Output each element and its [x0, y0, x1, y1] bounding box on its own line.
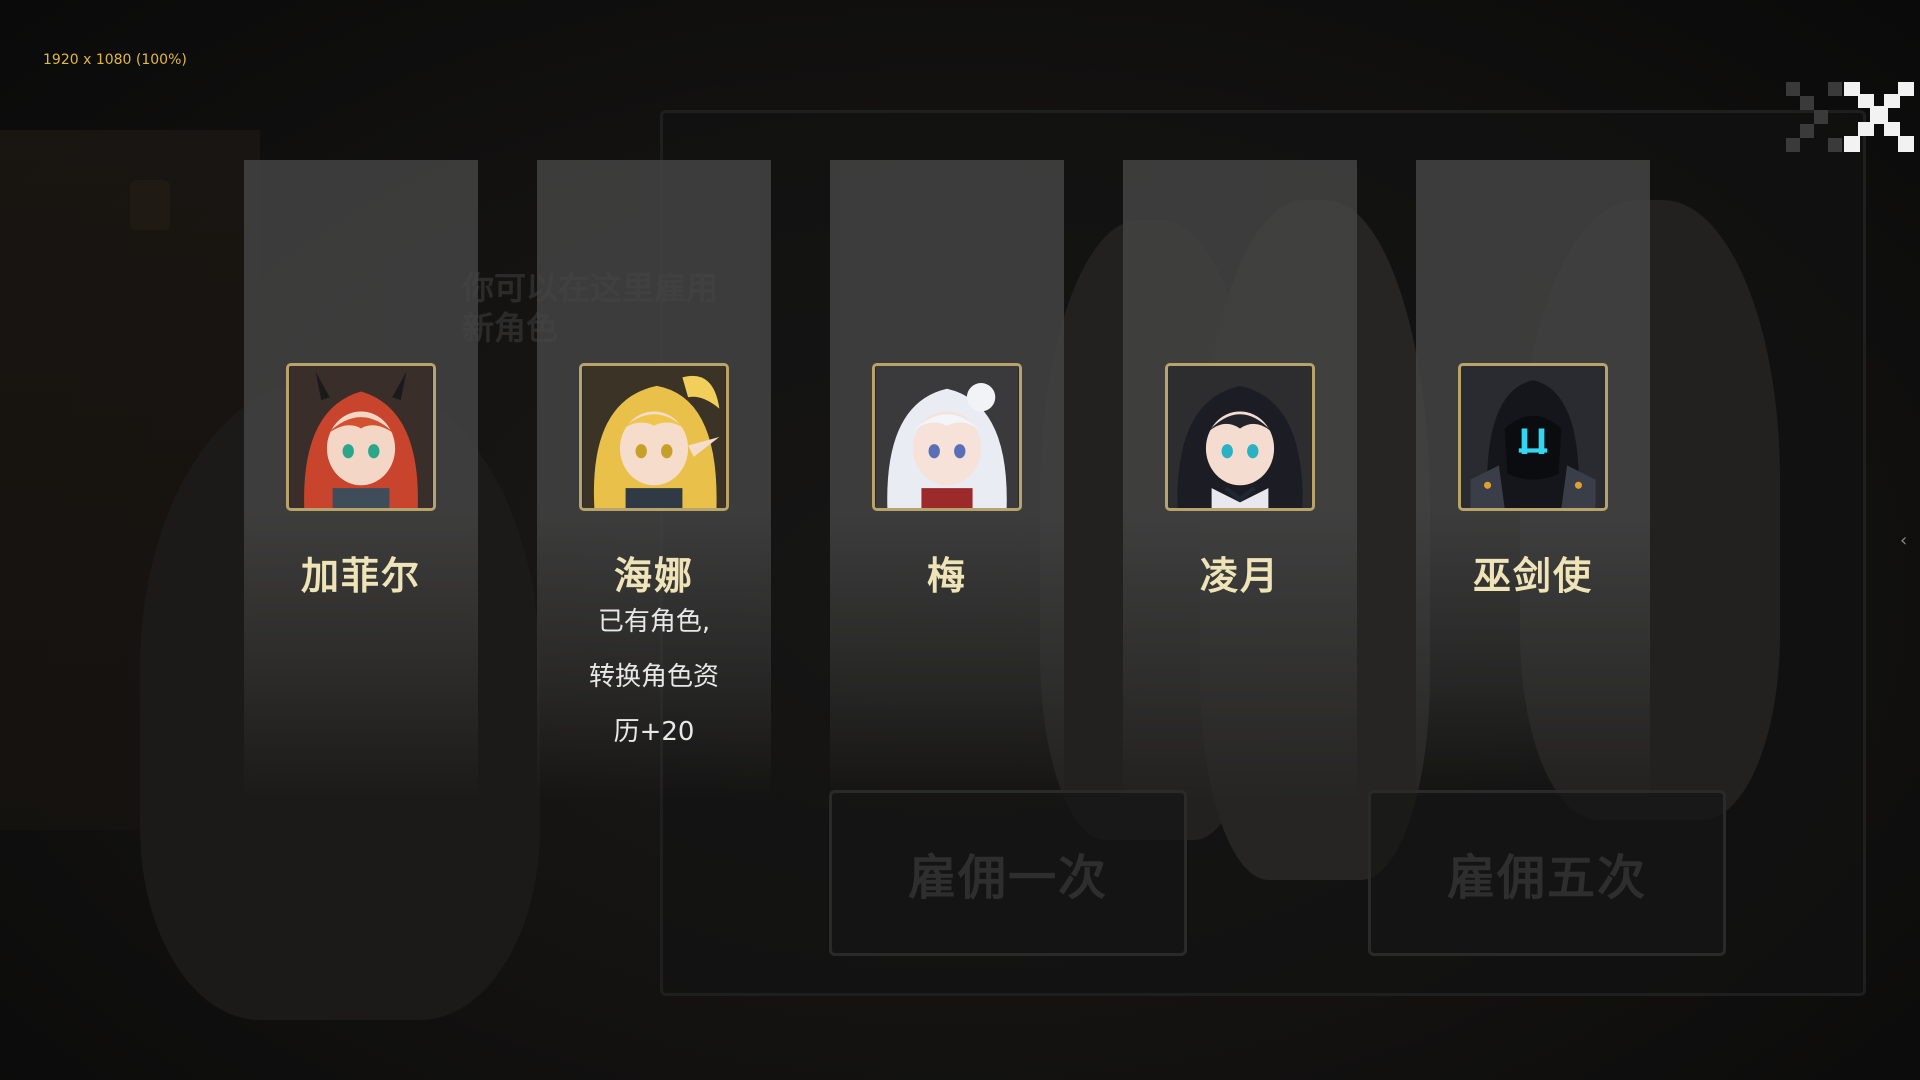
resolution-label: 1920 x 1080 (100%) — [43, 52, 187, 68]
hire-once-button: 雇佣一次 — [829, 790, 1187, 956]
character-card[interactable]: 海娜 已有角色, 转换角色资 历+20 — [537, 160, 771, 800]
hooded-armored-figure-portrait — [1458, 363, 1608, 511]
background-lamp — [130, 180, 170, 230]
black-haired-sailor-girl-icon — [1169, 366, 1311, 508]
character-card[interactable]: 凌月 — [1123, 160, 1357, 800]
close-button[interactable] — [1786, 78, 1920, 154]
black-haired-sailor-girl-portrait — [1165, 363, 1315, 511]
character-card[interactable]: 加菲尔 — [244, 160, 478, 800]
duplicate-character-note: 已有角色, 转换角色资 历+20 — [567, 595, 741, 760]
character-name: 海娜 — [613, 554, 694, 598]
note-line: 转换角色资 — [588, 662, 719, 692]
white-haired-girl-icon — [876, 366, 1018, 508]
note-line: 已有角色, — [597, 607, 711, 637]
character-card[interactable]: 梅 — [830, 160, 1064, 800]
white-haired-girl-portrait — [872, 363, 1022, 511]
chevron-left-icon[interactable]: ‹ — [1900, 530, 1914, 551]
red-haired-horned-girl-portrait — [286, 363, 436, 511]
hooded-armored-figure-icon — [1462, 366, 1604, 508]
character-name: 巫剑使 — [1472, 554, 1593, 598]
blonde-elf-girl-portrait — [579, 363, 729, 511]
hire-five-button: 雇佣五次 — [1368, 790, 1726, 956]
character-name: 凌月 — [1199, 554, 1280, 598]
note-line: 历+20 — [613, 717, 695, 747]
gacha-screen: 你可以在这里雇用新角色 雇佣一次 雇佣五次 加菲尔 — [0, 0, 1920, 1080]
blonde-elf-girl-icon — [583, 366, 725, 508]
character-name: 加菲尔 — [300, 554, 421, 598]
close-x-icon — [1786, 82, 1914, 152]
character-card[interactable]: 巫剑使 — [1416, 160, 1650, 800]
character-name: 梅 — [926, 554, 967, 598]
red-haired-horned-girl-icon — [290, 366, 432, 508]
